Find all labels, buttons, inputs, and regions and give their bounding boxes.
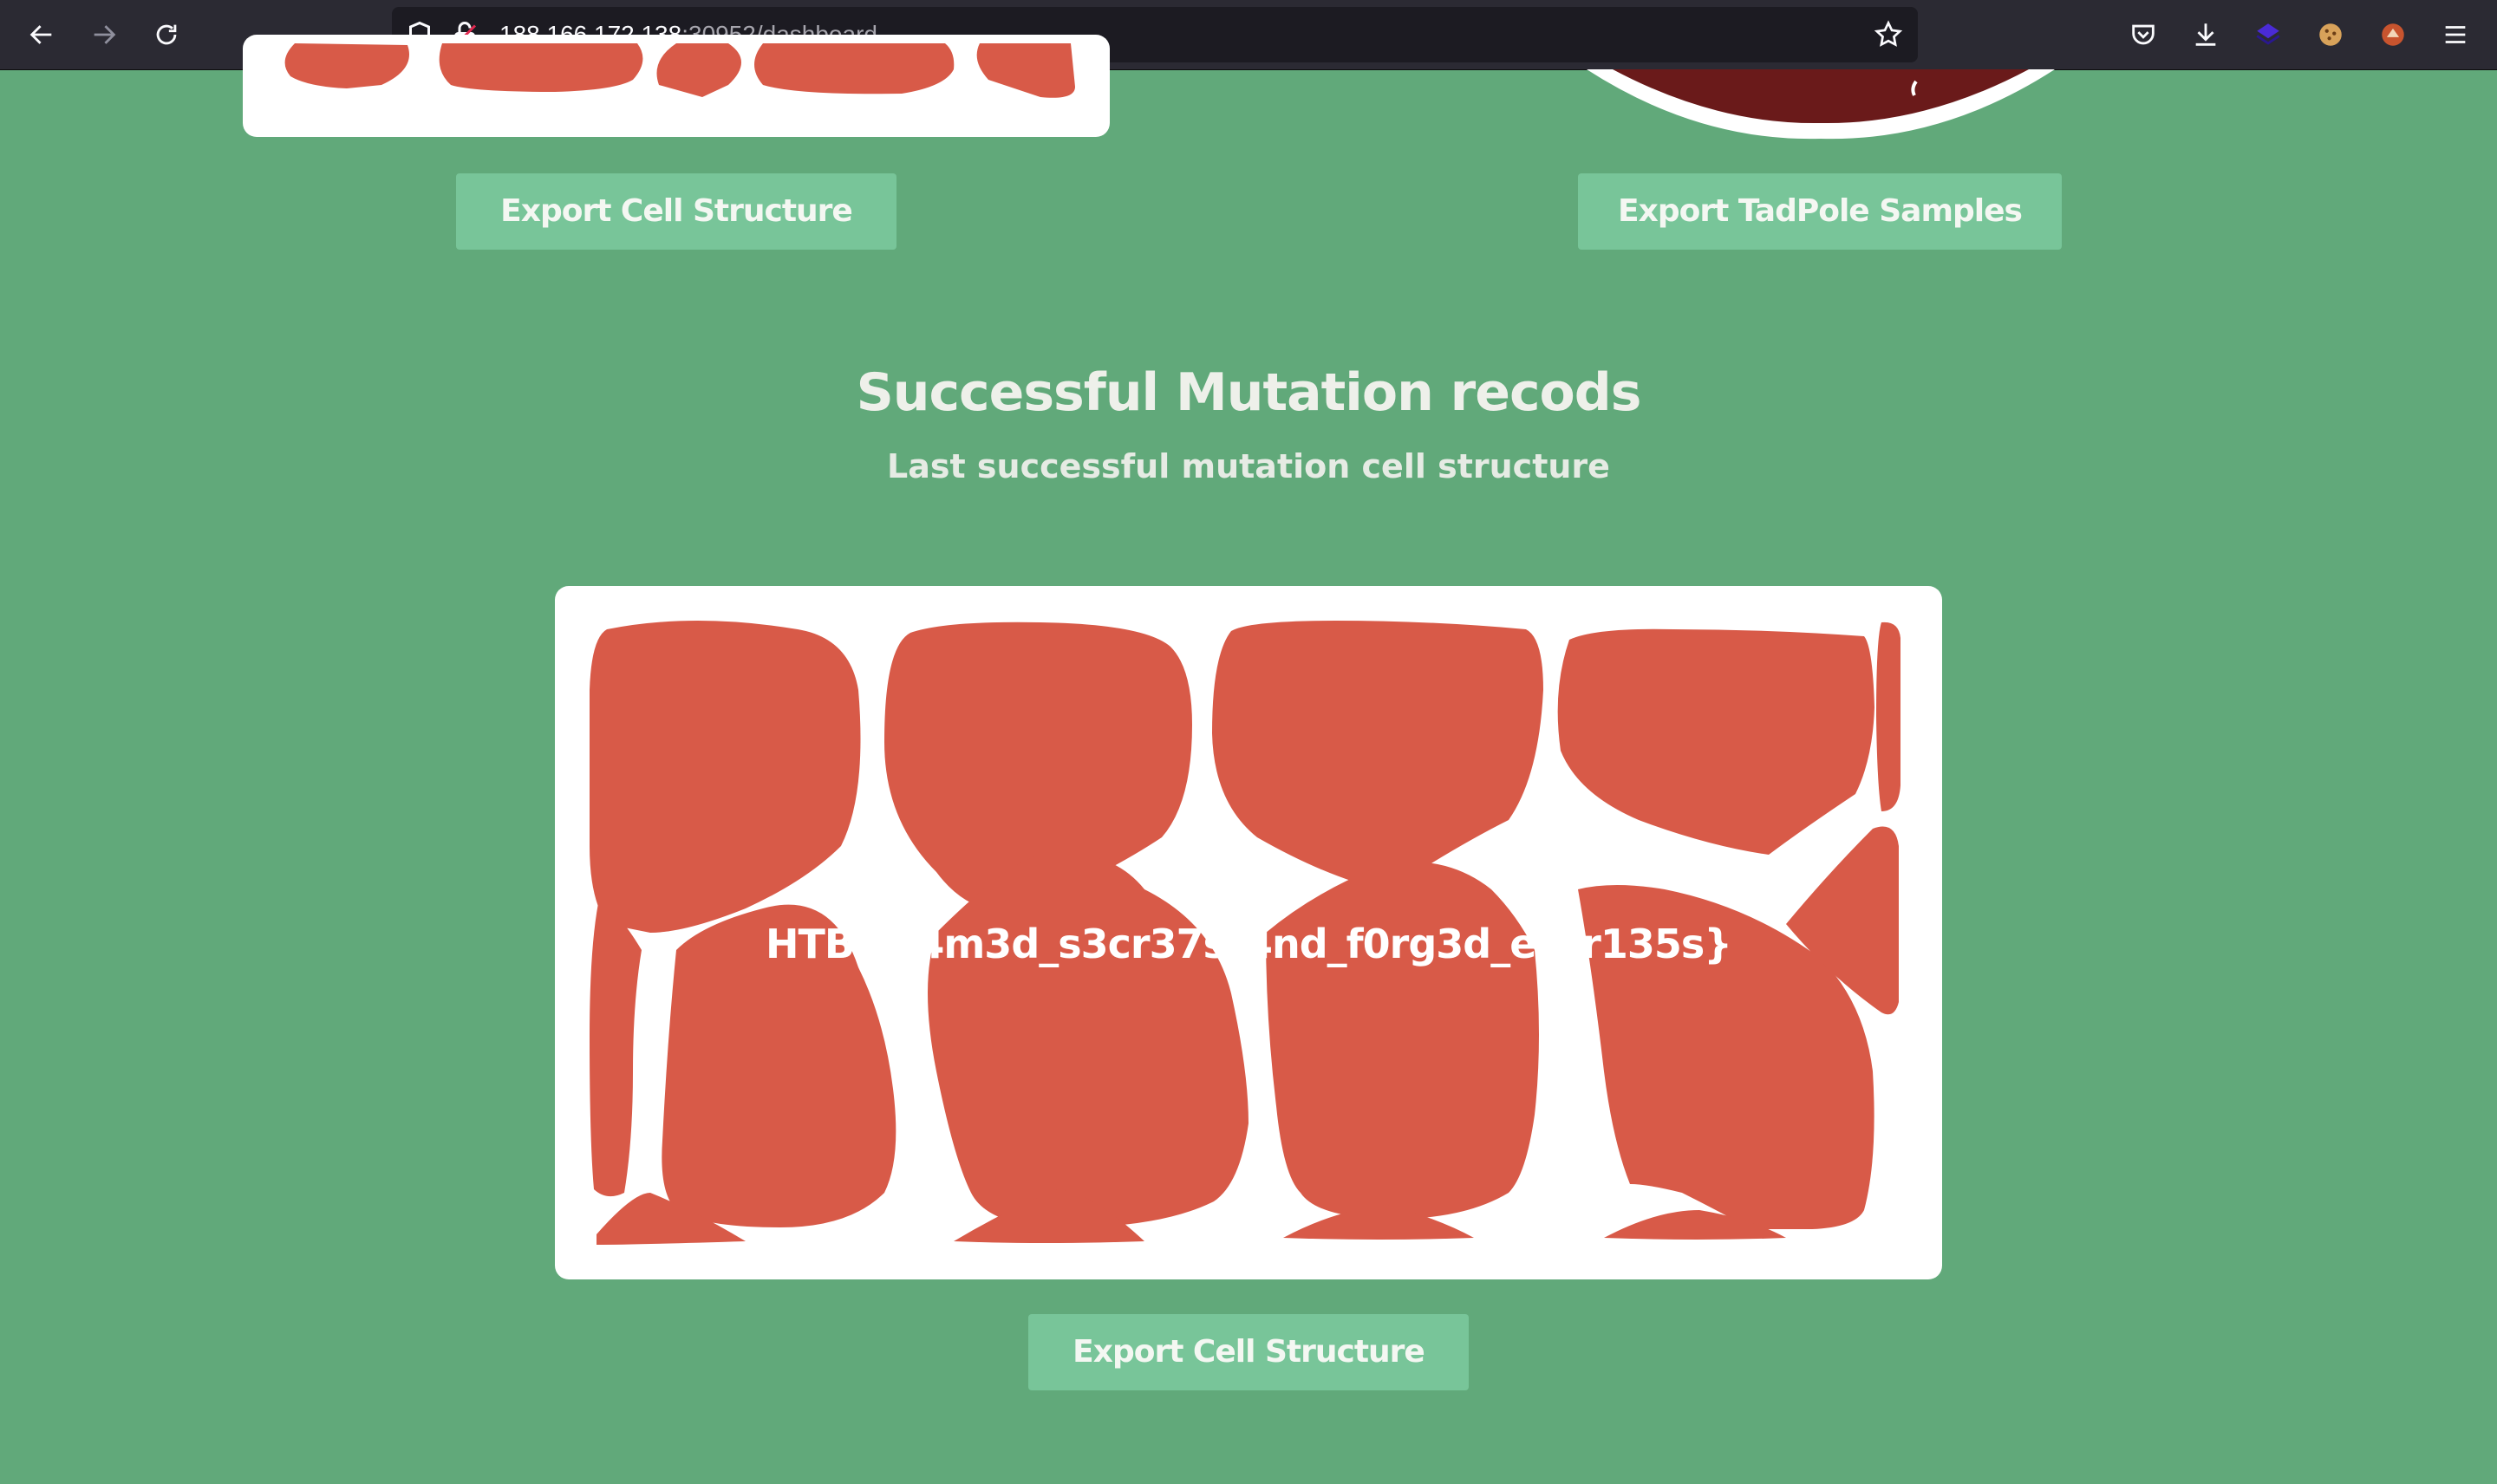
tadpole-sample-image bbox=[1587, 69, 2055, 140]
menu-icon bbox=[2445, 26, 2466, 43]
export-tadpole-samples-button[interactable]: Export TadPole Samples bbox=[1578, 173, 2062, 250]
pocket-icon bbox=[2132, 24, 2155, 45]
extension-button-1[interactable] bbox=[2251, 17, 2285, 52]
app-menu-button[interactable] bbox=[2438, 17, 2473, 52]
downloads-button[interactable] bbox=[2188, 17, 2223, 52]
reload-button[interactable] bbox=[144, 12, 189, 57]
cookie-extension-button[interactable] bbox=[2313, 17, 2348, 52]
download-icon bbox=[2195, 23, 2216, 46]
forward-icon bbox=[94, 25, 116, 44]
export-cell-structure-button-top[interactable]: Export Cell Structure bbox=[456, 173, 896, 250]
pocket-button[interactable] bbox=[2126, 17, 2161, 52]
forward-button[interactable] bbox=[81, 12, 127, 57]
mutation-records-subtitle: Last successful mutation cell structure bbox=[887, 447, 1610, 485]
cell-structure-card-top bbox=[243, 35, 1110, 137]
back-button[interactable] bbox=[19, 12, 64, 57]
mutation-records-title: Successful Mutation recods bbox=[856, 362, 1642, 423]
extension-button-2[interactable] bbox=[2376, 17, 2410, 52]
cookie-icon bbox=[2319, 23, 2342, 46]
flag-text: HTB{fr4m3d_s3cr37s_4nd_f0rg3d_entr135s} bbox=[765, 921, 1732, 967]
export-cell-structure-button[interactable]: Export Cell Structure bbox=[1028, 1314, 1469, 1390]
extension-icon bbox=[2256, 23, 2280, 45]
reload-icon bbox=[156, 24, 177, 45]
bookmark-star-icon[interactable] bbox=[1873, 19, 1904, 50]
extension-icon bbox=[2382, 23, 2404, 46]
cell-structure-image-top bbox=[284, 43, 1075, 98]
back-icon bbox=[29, 25, 52, 44]
